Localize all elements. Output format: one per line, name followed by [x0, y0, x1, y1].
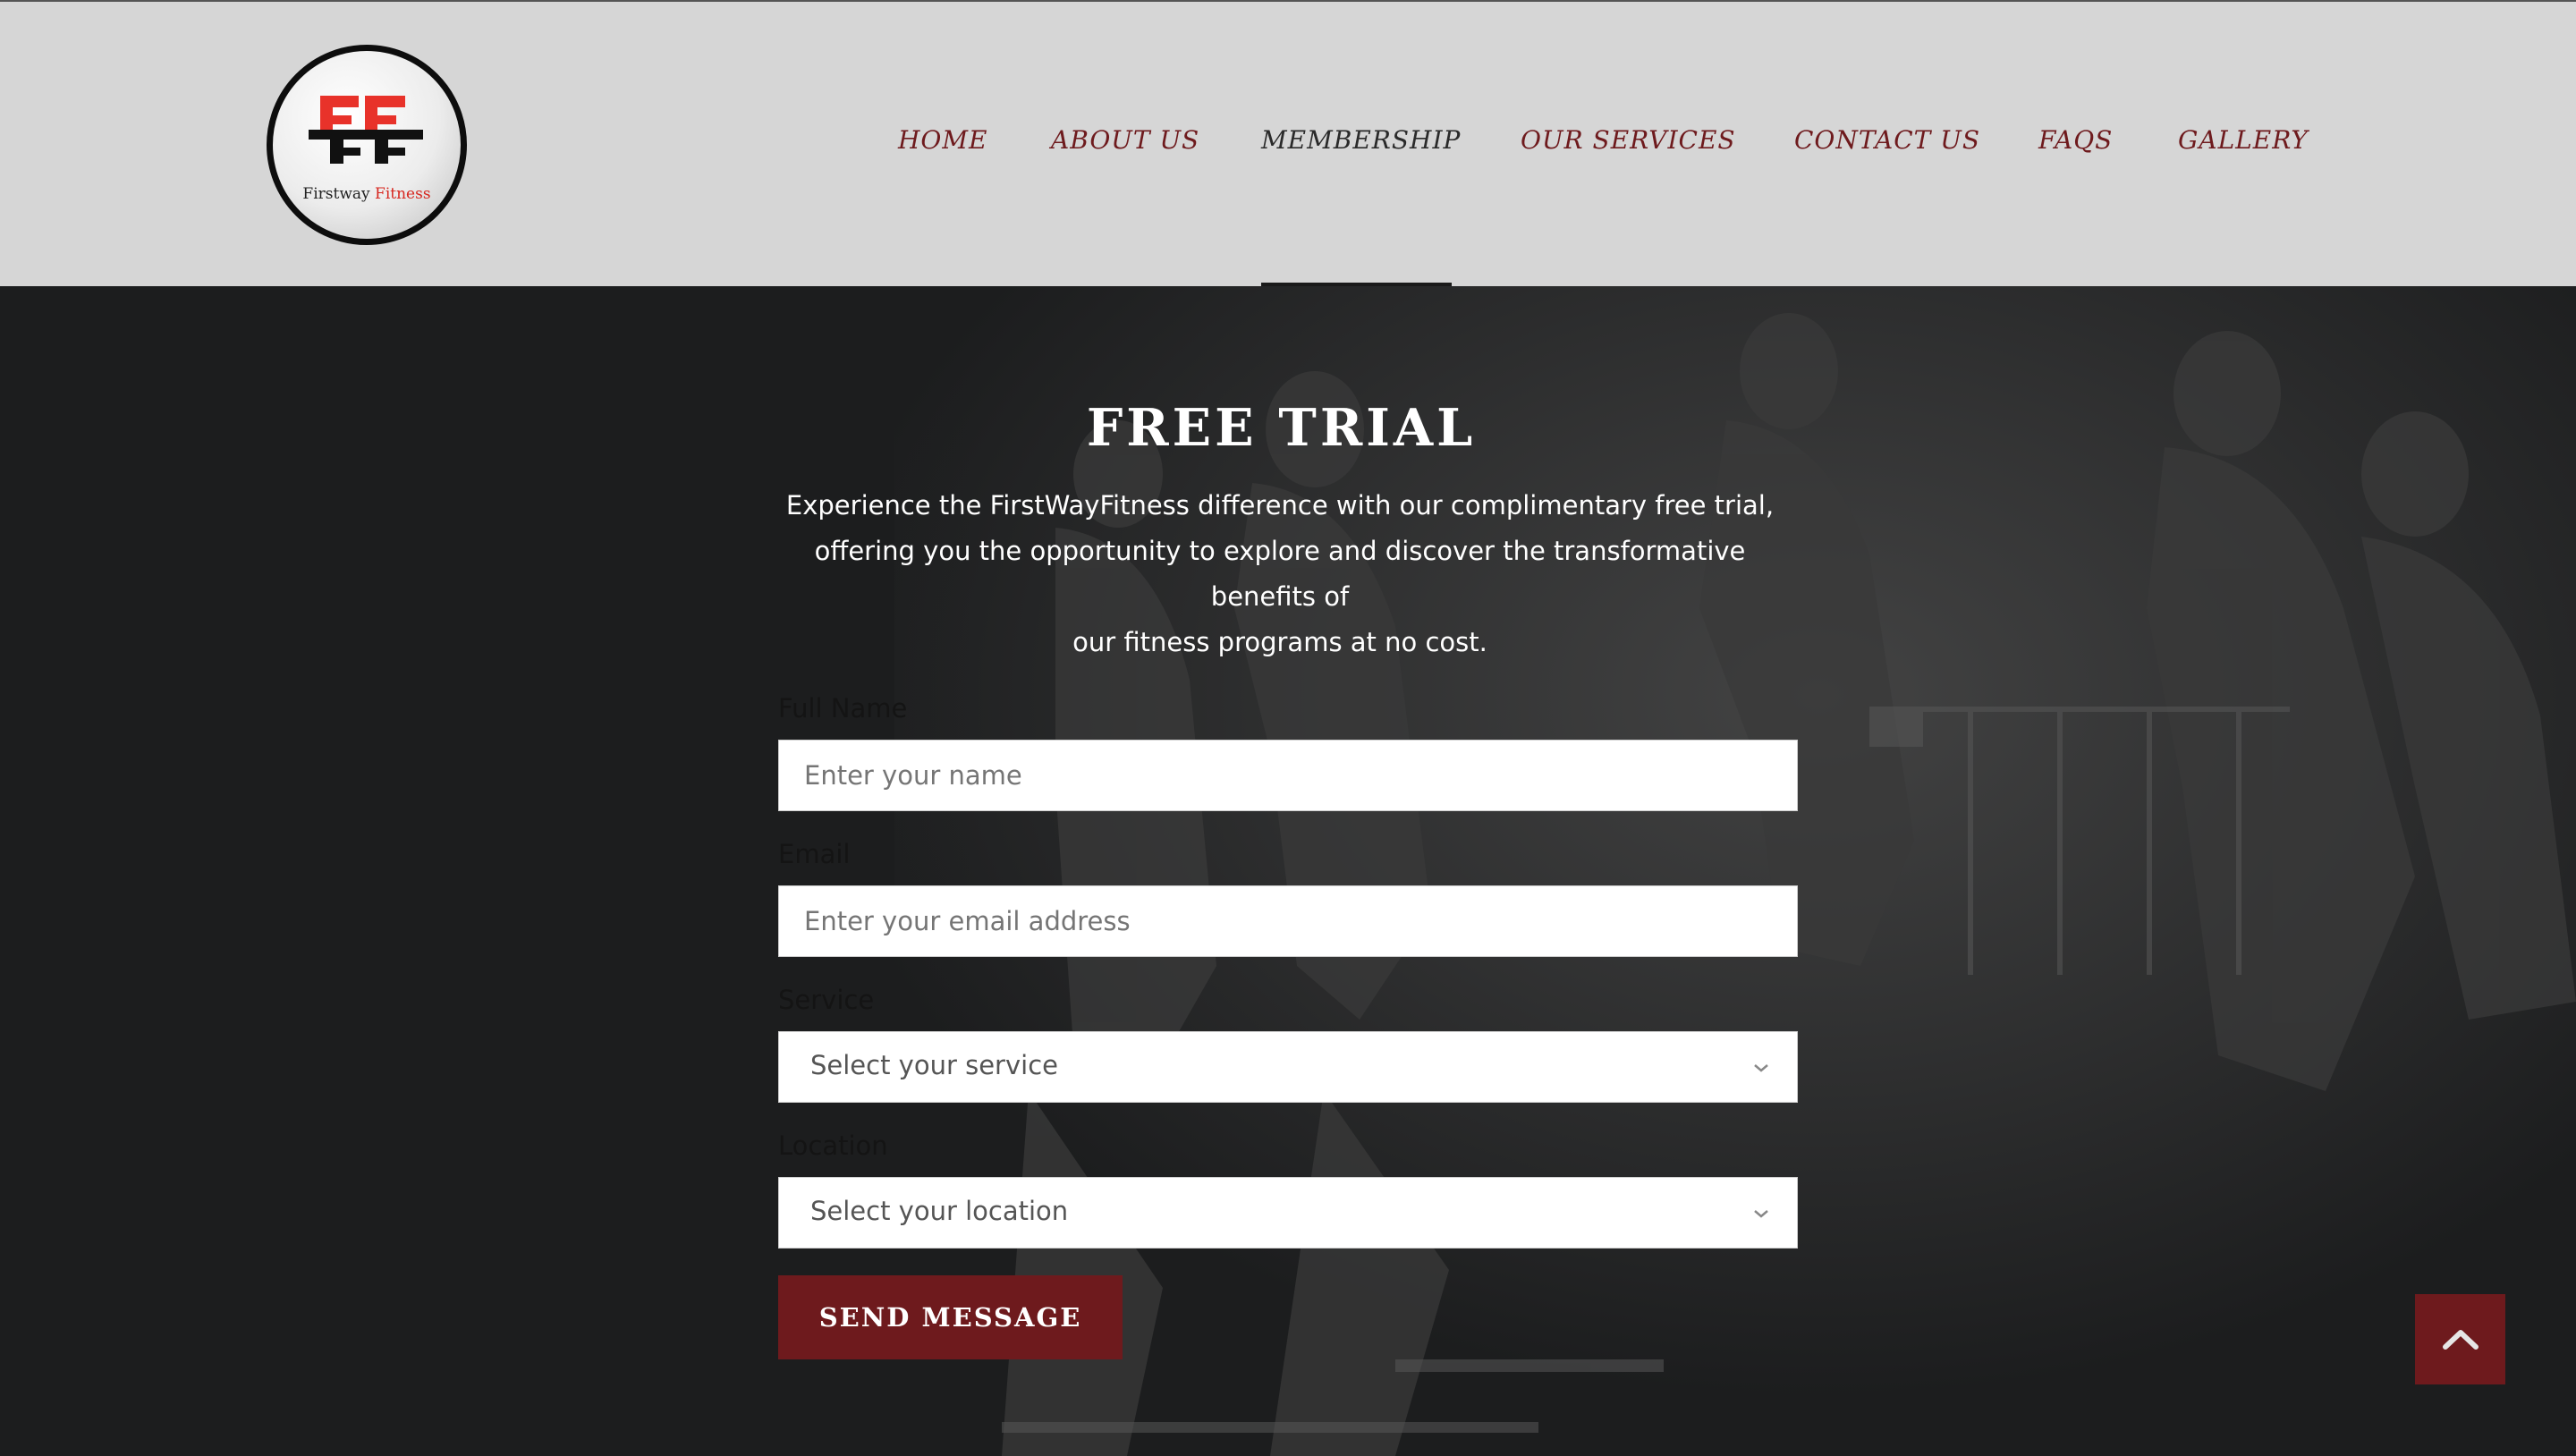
chevron-up-icon	[2443, 1330, 2479, 1350]
brand-name-part2: Fitness	[375, 185, 431, 203]
runners-background-image	[0, 286, 2576, 1456]
scroll-to-top-button[interactable]	[2415, 1294, 2505, 1384]
nav-about-us[interactable]: ABOUT US	[1051, 125, 1199, 165]
email-input[interactable]	[778, 885, 1798, 957]
brand-name-part1: Firstway	[302, 185, 370, 203]
service-select-value: Select your service	[810, 1050, 1058, 1080]
send-message-button[interactable]: SEND MESSAGE	[778, 1275, 1123, 1359]
ff-logo-icon	[309, 96, 423, 164]
full-name-input[interactable]	[778, 740, 1798, 811]
chevron-down-icon	[1754, 1064, 1768, 1072]
email-label: Email	[778, 839, 851, 869]
nav-membership[interactable]: MEMBERSHIP	[1261, 125, 1461, 165]
full-name-label: Full Name	[778, 693, 908, 724]
nav-faqs[interactable]: FAQS	[2038, 125, 2113, 165]
page-title: FREE TRIAL	[1086, 398, 1477, 458]
location-select[interactable]: Select your location	[778, 1177, 1798, 1249]
site-header: Firstway Fitness HOME ABOUT US MEMBERSHI…	[0, 2, 2576, 286]
nav-contact-us[interactable]: CONTACT US	[1794, 125, 1980, 165]
service-label: Service	[778, 985, 875, 1015]
nav-our-services[interactable]: OUR SERVICES	[1521, 125, 1736, 165]
hero-description-line-1: Experience the FirstWayFitness differenc…	[785, 490, 1775, 521]
service-select[interactable]: Select your service	[778, 1031, 1798, 1103]
brand-name: Firstway Fitness	[273, 185, 461, 203]
nav-home[interactable]: HOME	[898, 125, 987, 165]
hero-section	[0, 286, 2576, 1456]
brand-logo[interactable]: Firstway Fitness	[267, 45, 467, 245]
nav-gallery[interactable]: GALLERY	[2178, 125, 2309, 165]
location-select-value: Select your location	[810, 1196, 1069, 1226]
chevron-down-icon	[1754, 1210, 1768, 1218]
hero-description: Experience the FirstWayFitness differenc…	[769, 483, 1791, 665]
hero-description-line-3: our fitness programs at no cost.	[1072, 627, 1487, 657]
location-label: Location	[778, 1130, 888, 1161]
hero-description-line-2: offering you the opportunity to explore …	[814, 536, 1746, 612]
